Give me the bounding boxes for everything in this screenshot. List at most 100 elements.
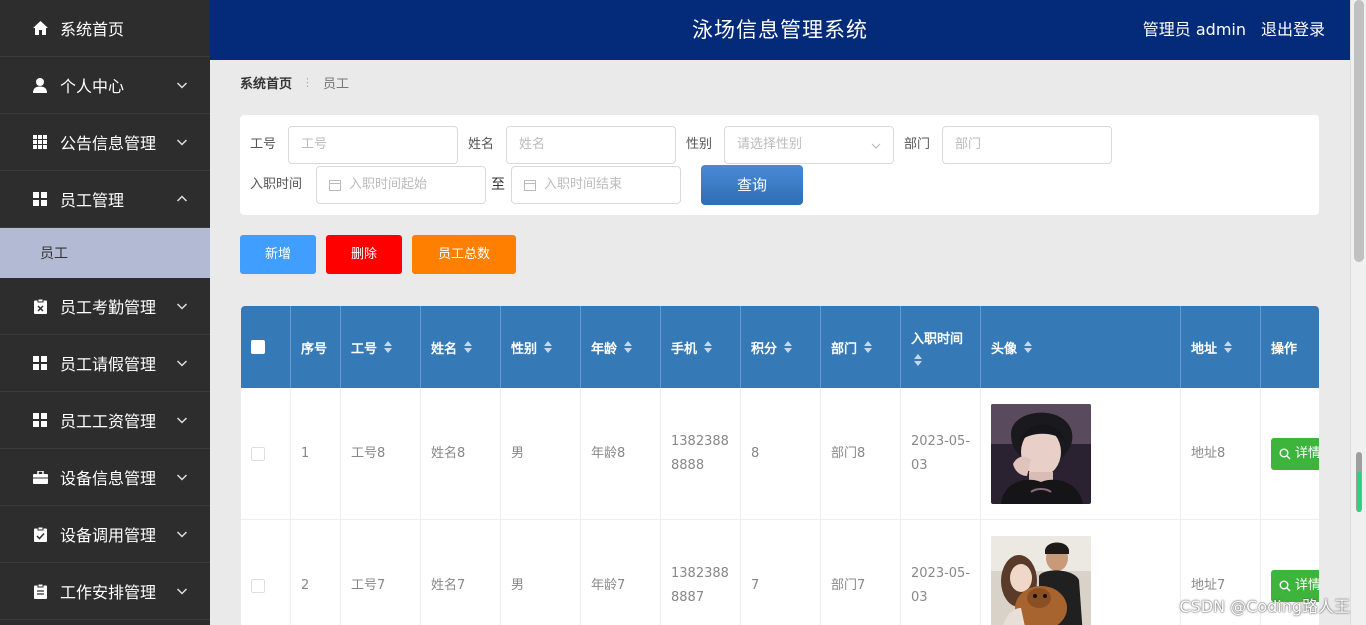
column-header-label: 操作 [1271, 341, 1298, 357]
query-button[interactable]: 查询 [701, 165, 803, 205]
cell-avatar [981, 520, 1181, 625]
cell-gender: 男 [501, 520, 581, 625]
table-header: 序号 工号 姓名 性别 年龄 手机 积分 部门 入职时间 头像 地址 操作 [241, 306, 1319, 388]
column-header-sortable[interactable]: 部门 [821, 306, 901, 388]
column-header-sortable[interactable]: 地址 [1181, 306, 1261, 388]
page-scrollbar[interactable] [1350, 0, 1366, 625]
search-panel: 工号 工号 姓名 姓名 性别 请选择性别 部门 部门 入职时间 入职时间起始 至… [240, 115, 1319, 215]
search-icon [1279, 580, 1291, 592]
chevron-down-icon [176, 531, 188, 538]
sort-icon[interactable] [913, 353, 923, 367]
sidebar-item-personal-center[interactable]: 个人中心 [0, 57, 210, 114]
breadcrumb-home[interactable]: 系统首页 [240, 73, 292, 92]
cell-action: 详情 [1261, 388, 1319, 520]
cell-name: 姓名8 [421, 388, 501, 520]
name-label: 姓名 [468, 137, 495, 152]
column-header-label: 序号 [301, 341, 328, 357]
sidebar-item-label: 员工管理 [60, 191, 125, 210]
column-header-sortable[interactable]: 头像 [981, 306, 1181, 388]
sidebar-item-work-schedule[interactable]: 工作安排管理 [0, 563, 210, 620]
date-range-separator: 至 [491, 177, 505, 193]
gender-select[interactable]: 请选择性别 [724, 126, 894, 164]
breadcrumb: 系统首页 ⋮ 员工 [240, 73, 349, 92]
column-header-sortable[interactable]: 工号 [341, 306, 421, 388]
column-header-label: 积分 [751, 341, 778, 357]
date-start-placeholder: 入职时间起始 [349, 177, 428, 192]
dept-label: 部门 [904, 137, 931, 152]
scrollbar-thumb[interactable] [1354, 0, 1364, 262]
sidebar-item-home[interactable]: 系统首页 [0, 0, 210, 57]
gonghao-input[interactable]: 工号 [288, 126, 458, 164]
sidebar-item-salary[interactable]: 员工工资管理 [0, 392, 210, 449]
table-row: 1 工号8 姓名8 男 年龄8 13823888888 8 部门8 2023-0… [241, 388, 1319, 520]
date-end-input[interactable]: 入职时间结束 [511, 166, 681, 204]
sidebar-subitem-employee[interactable]: 员工 [0, 228, 210, 278]
add-button[interactable]: 新增 [240, 235, 316, 274]
sort-icon[interactable] [1023, 340, 1033, 354]
sidebar: 系统首页 个人中心 公告信息管理 员工管理 员工 员工考勤管理 员工请假管理 员… [0, 0, 210, 625]
calendar-icon [329, 180, 341, 191]
chevron-up-icon [176, 195, 188, 202]
clipboard-icon [32, 298, 48, 314]
cell-date: 2023-05-03 [901, 520, 981, 625]
cell-age: 年龄8 [581, 388, 661, 520]
sort-icon[interactable] [703, 340, 713, 354]
sidebar-item-attendance[interactable]: 员工考勤管理 [0, 278, 210, 335]
date-label: 入职时间 [250, 177, 303, 192]
sort-icon[interactable] [863, 340, 873, 354]
employee-total-button[interactable]: 员工总数 [412, 235, 516, 274]
sort-icon[interactable] [543, 340, 553, 354]
column-header-sortable[interactable]: 年龄 [581, 306, 661, 388]
watermark: CSDN @Coding路人王 [1179, 597, 1350, 616]
column-header: 序号 [291, 306, 341, 388]
sort-icon[interactable] [623, 340, 633, 354]
column-header-sortable[interactable]: 性别 [501, 306, 581, 388]
search-icon [1279, 448, 1291, 460]
select-all-checkbox[interactable] [251, 340, 265, 354]
cell-points: 7 [741, 520, 821, 625]
column-header-sortable[interactable]: 手机 [661, 306, 741, 388]
row-checkbox[interactable] [251, 447, 265, 461]
sidebar-item-equipment-use[interactable]: 设备调用管理 [0, 506, 210, 563]
sort-icon[interactable] [383, 340, 393, 354]
sidebar-item-label: 个人中心 [60, 77, 125, 96]
sidebar-item-label: 工作安排管理 [60, 583, 157, 602]
detail-button[interactable]: 详情 [1271, 438, 1319, 470]
column-header-sortable[interactable]: 积分 [741, 306, 821, 388]
column-header-sortable[interactable]: 入职时间 [901, 306, 981, 388]
grid-icon [32, 134, 48, 150]
top-header: 泳场信息管理系统 管理员 admin 退出登录 [210, 0, 1350, 60]
name-input[interactable]: 姓名 [506, 126, 676, 164]
cell-dept: 部门7 [821, 520, 901, 625]
sidebar-item-label: 设备信息管理 [60, 469, 157, 488]
briefcase-icon [32, 469, 48, 485]
sidebar-item-leave[interactable]: 员工请假管理 [0, 335, 210, 392]
row-select-cell [241, 520, 291, 625]
clipboard-check-icon [32, 526, 48, 542]
sidebar-item-equipment[interactable]: 设备信息管理 [0, 449, 210, 506]
row-checkbox[interactable] [251, 579, 265, 593]
avatar [991, 404, 1091, 504]
column-header-label: 年龄 [591, 341, 618, 357]
delete-button[interactable]: 删除 [326, 235, 402, 274]
row-select-cell [241, 388, 291, 520]
select-all-header[interactable] [241, 306, 291, 388]
sort-icon[interactable] [1223, 340, 1233, 354]
column-header-sortable[interactable]: 姓名 [421, 306, 501, 388]
dept-input[interactable]: 部门 [942, 126, 1112, 164]
cell-index: 2 [291, 520, 341, 625]
sort-icon[interactable] [463, 340, 473, 354]
chevron-down-icon [176, 588, 188, 595]
cell-age: 年龄7 [581, 520, 661, 625]
grid-icon [32, 412, 48, 428]
cell-name: 姓名7 [421, 520, 501, 625]
sidebar-item-notice[interactable]: 公告信息管理 [0, 114, 210, 171]
cell-date: 2023-05-03 [901, 388, 981, 520]
cell-phone: 13823888887 [661, 520, 741, 625]
date-start-input[interactable]: 入职时间起始 [316, 166, 486, 204]
logout-link[interactable]: 退出登录 [1261, 0, 1325, 60]
sidebar-item-employee-management[interactable]: 员工管理 [0, 171, 210, 228]
cell-dept: 部门8 [821, 388, 901, 520]
sort-icon[interactable] [783, 340, 793, 354]
cell-gonghao: 工号7 [341, 520, 421, 625]
